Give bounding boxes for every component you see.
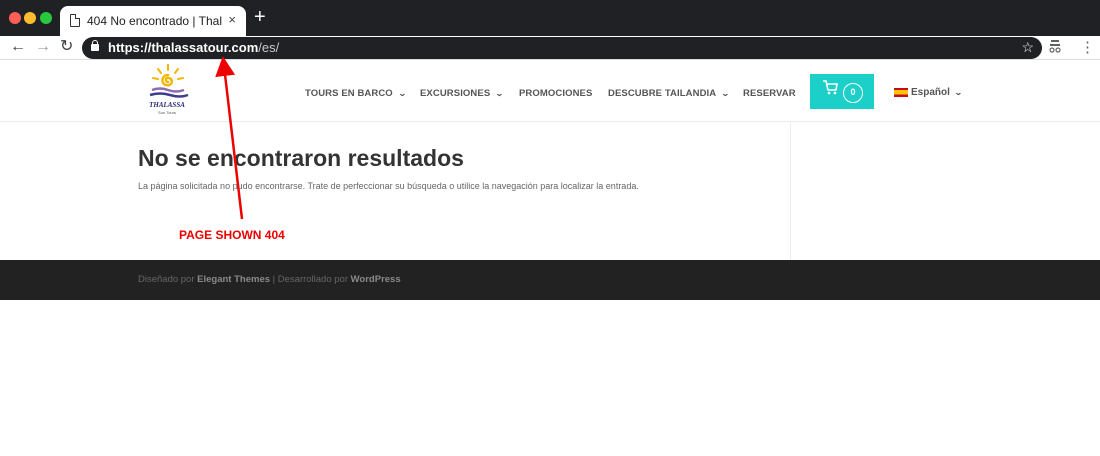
bookmark-star-icon[interactable]: ☆ (1021, 39, 1034, 56)
url-scheme: https:// (108, 40, 152, 55)
forward-button[interactable]: → (35, 38, 51, 56)
footer-designed-prefix: Diseñado por (138, 274, 198, 285)
maximize-window-button[interactable] (40, 12, 52, 24)
page-title: No se encontraron resultados (138, 145, 464, 171)
footer-credits: Diseñado por Elegant Themes | Desarrolla… (138, 274, 401, 285)
site-footer: Diseñado por Elegant Themes | Desarrolla… (0, 260, 1100, 300)
logo-name: THALASSA (149, 101, 185, 109)
reload-button[interactable]: ↻ (60, 38, 73, 56)
sun-logo-icon (149, 64, 189, 98)
annotation-label: PAGE SHOWN 404 (179, 228, 285, 242)
footer-designer-link[interactable]: Elegant Themes (197, 274, 270, 285)
footer-developer-link[interactable]: WordPress (351, 274, 401, 285)
nav-label: EXCURSIONES (420, 88, 491, 99)
extension-icon[interactable] (1049, 39, 1061, 56)
cart-icon (822, 80, 838, 99)
url-text[interactable]: https://thalassatour.com/es/ (108, 40, 279, 55)
browser-tab-active[interactable]: 404 No encontrado | Thalassa × (60, 6, 246, 36)
nav-label: RESERVAR (743, 88, 796, 99)
url-path: /es/ (258, 40, 280, 55)
chevron-down-icon: ⌄ (953, 88, 963, 97)
new-tab-button[interactable]: + (254, 7, 266, 27)
language-switcher[interactable]: Español ⌄ (911, 87, 963, 98)
close-window-button[interactable] (9, 12, 21, 24)
cart-button[interactable]: 0 (810, 74, 874, 109)
nav-item-promociones[interactable]: PROMOCIONES (519, 88, 592, 102)
nav-item-tours-en-barco[interactable]: TOURS EN BARCO ⌄ (305, 88, 407, 102)
url-host: thalassatour.com (151, 40, 259, 55)
language-label: Español (911, 87, 950, 98)
site-header: THALASSA Sun Tours TOURS EN BARCO ⌄ EXCUR… (0, 61, 1100, 122)
browser-menu-icon[interactable]: ⋮ (1080, 38, 1095, 56)
nav-label: TOURS EN BARCO (305, 88, 393, 99)
logo-tagline: Sun Tours (158, 110, 176, 115)
chevron-down-icon: ⌄ (721, 89, 731, 98)
back-button[interactable]: ← (10, 38, 26, 56)
browser-toolbar: ← → ↻ https://thalassatour.com/es/ ☆ (0, 36, 1100, 60)
nav-item-excursiones[interactable]: EXCURSIONES ⌄ (420, 88, 505, 102)
spain-flag-icon (894, 88, 908, 97)
page-icon (70, 14, 80, 27)
nav-label: DESCUBRE TAILANDIA (608, 88, 717, 99)
address-bar[interactable]: https://thalassatour.com/es/ ☆ (82, 37, 1042, 59)
nav-label: PROMOCIONES (519, 88, 593, 99)
chevron-down-icon: ⌄ (495, 89, 505, 98)
tab-close-icon[interactable]: × (228, 12, 236, 27)
chevron-down-icon: ⌄ (397, 89, 407, 98)
not-found-message: La página solicitada no pudo encontrarse… (138, 181, 639, 191)
minimize-window-button[interactable] (24, 12, 36, 24)
nav-item-descubre-tailandia[interactable]: DESCUBRE TAILANDIA ⌄ (608, 88, 731, 102)
footer-separator: | Desarrollado por (270, 274, 351, 285)
cart-count-badge: 0 (843, 83, 863, 103)
nav-item-reservar[interactable]: RESERVAR (743, 88, 796, 102)
sidebar-divider (790, 122, 791, 260)
lock-icon[interactable] (91, 40, 99, 51)
browser-tab-bar: 404 No encontrado | Thalassa × + (0, 0, 1100, 36)
tab-title: 404 No encontrado | Thalassa (87, 14, 222, 28)
thalassa-logo[interactable]: THALASSA Sun Tours (144, 63, 194, 119)
